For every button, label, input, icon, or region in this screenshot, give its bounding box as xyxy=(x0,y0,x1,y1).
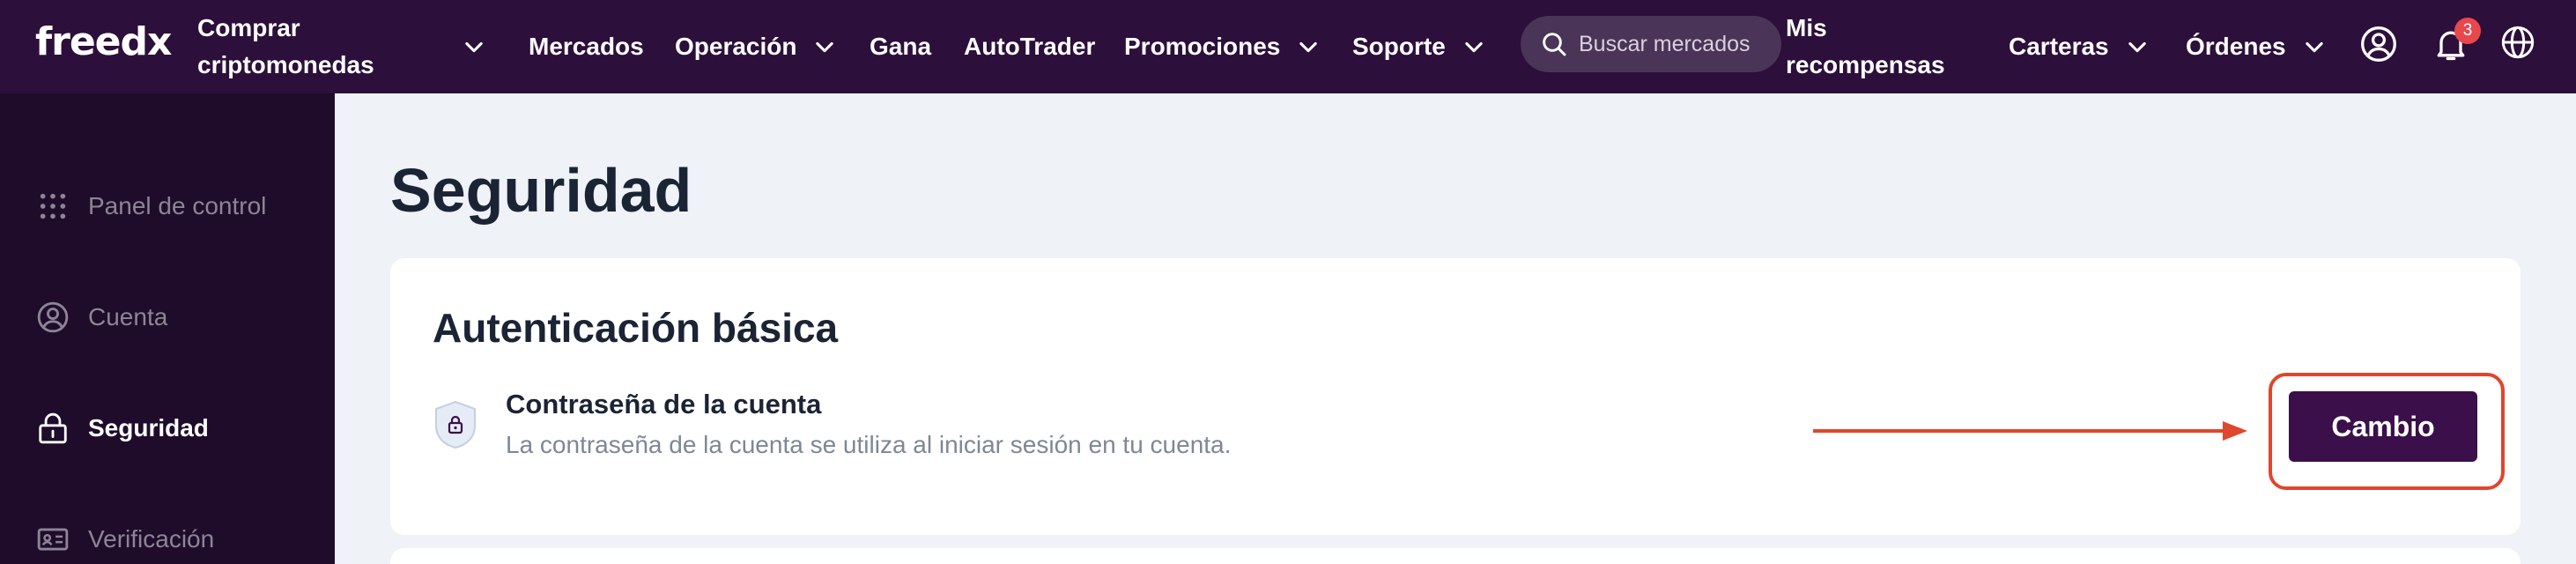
page-title: Seguridad xyxy=(390,156,692,225)
user-icon[interactable] xyxy=(2359,25,2398,63)
chevron-down-icon xyxy=(1299,41,1318,53)
sidebar-item-account[interactable]: Cuenta xyxy=(35,291,167,344)
nav-autotrader-label: AutoTrader xyxy=(964,33,1096,60)
nav-earn-label: Gana xyxy=(870,33,932,60)
change-password-button[interactable]: Cambio xyxy=(2289,391,2477,462)
search-icon xyxy=(1543,33,1566,56)
chevron-down-icon xyxy=(2128,41,2146,53)
sidebar-item-verification[interactable]: Verificación xyxy=(35,513,214,564)
id-card-icon xyxy=(35,522,70,557)
nav-trade[interactable]: Operación xyxy=(675,0,837,93)
nav-support-label: Soporte xyxy=(1352,33,1446,60)
sidebar-item-label: Verificación xyxy=(88,525,215,553)
nav-markets-label: Mercados xyxy=(529,33,644,60)
nav-promotions[interactable]: Promociones xyxy=(1124,0,1321,93)
search-bar[interactable] xyxy=(1521,16,1781,72)
sidebar-item-security[interactable]: Seguridad xyxy=(35,402,209,455)
globe-icon[interactable] xyxy=(2500,25,2539,63)
top-navigation: freedx Comprar criptomonedas Mercados Op… xyxy=(0,0,2576,93)
nav-rewards[interactable]: Mis recompensas xyxy=(1786,0,1962,93)
sidebar: Panel de control Cuenta Seguridad Verifi… xyxy=(0,93,335,564)
nav-orders[interactable]: Órdenes xyxy=(2186,0,2327,93)
nav-wallets-label: Carteras xyxy=(2009,33,2109,60)
sidebar-item-dashboard[interactable]: Panel de control xyxy=(35,180,266,233)
sidebar-item-label: Cuenta xyxy=(88,303,168,330)
nav-support[interactable]: Soporte xyxy=(1352,0,1486,93)
sidebar-item-label: Seguridad xyxy=(88,414,209,442)
nav-buy-crypto[interactable]: Comprar criptomonedas xyxy=(197,0,391,93)
nav-buy-crypto-label: Comprar criptomonedas xyxy=(197,14,374,78)
chevron-down-icon xyxy=(465,41,483,53)
nav-promotions-label: Promociones xyxy=(1124,33,1281,60)
search-input[interactable] xyxy=(1579,31,1755,57)
basic-auth-card: Autenticación básica Contraseña de la cu… xyxy=(390,258,2520,535)
annotation-arrow xyxy=(1813,421,2247,441)
nav-buy-crypto-dropdown[interactable] xyxy=(462,0,486,93)
password-description: La contraseña de la cuenta se utiliza al… xyxy=(506,431,1232,458)
nav-rewards-label: Mis recompensas xyxy=(1786,14,1945,78)
card-title: Autenticación básica xyxy=(433,305,839,351)
nav-earn[interactable]: Gana xyxy=(870,0,931,93)
nav-autotrader[interactable]: AutoTrader xyxy=(964,0,1095,93)
lock-icon xyxy=(35,411,70,446)
nav-orders-label: Órdenes xyxy=(2186,33,2286,60)
notification-badge: 3 xyxy=(2454,18,2481,44)
nav-markets[interactable]: Mercados xyxy=(529,0,644,93)
next-card xyxy=(390,548,2520,564)
chevron-down-icon xyxy=(2305,41,2323,53)
nav-trade-label: Operación xyxy=(675,33,797,60)
password-title: Contraseña de la cuenta xyxy=(506,389,822,419)
sidebar-item-label: Panel de control xyxy=(88,192,267,219)
dashboard-grid-icon xyxy=(35,189,70,224)
freedx-logo[interactable]: freedx xyxy=(35,19,172,64)
chevron-down-icon xyxy=(1465,41,1483,53)
nav-wallets[interactable]: Carteras xyxy=(2009,0,2150,93)
chevron-down-icon xyxy=(816,41,834,53)
user-circle-icon xyxy=(35,300,70,335)
shield-icon xyxy=(433,399,478,450)
